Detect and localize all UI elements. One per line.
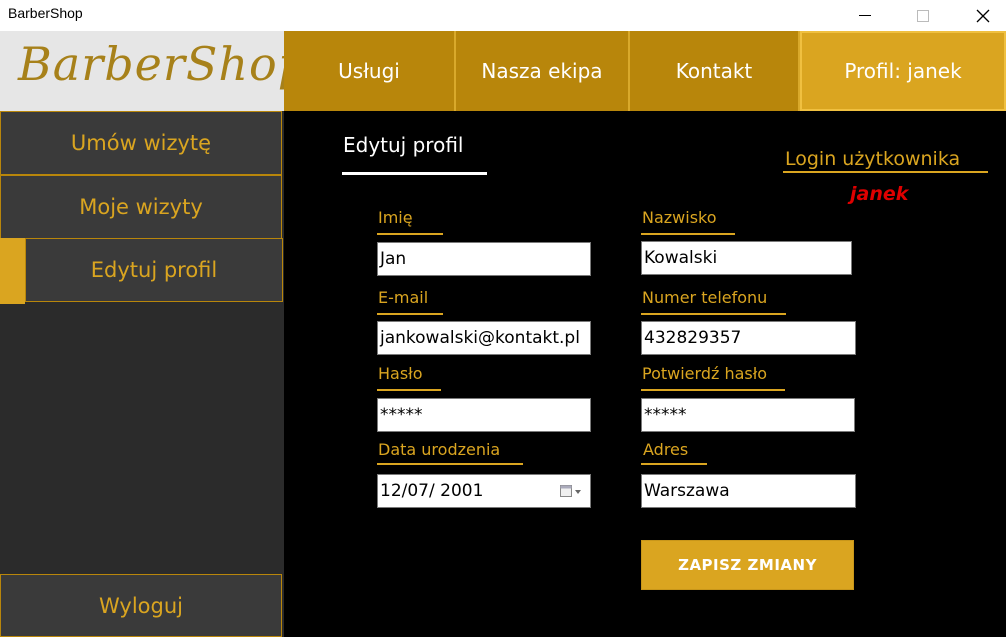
password-label: Hasło [378,364,423,383]
close-button[interactable] [960,0,1006,31]
phone-field[interactable]: 432829357 [641,321,856,355]
sidebar: Umów wizytę Moje wizyty Edytuj profil Wy… [0,111,284,637]
email-field[interactable]: jankowalski@kontakt.pl [377,321,591,355]
last-name-field[interactable]: Kowalski [641,241,852,275]
email-label-underline [377,313,443,315]
window-title: BarberShop [8,5,83,21]
login-label-underline [783,171,988,173]
first-name-field[interactable]: Jan [377,242,591,276]
minimize-icon [859,14,871,16]
maximize-button[interactable] [900,0,946,31]
page-title: Edytuj profil [343,133,464,157]
logout-button[interactable]: Wyloguj [0,574,282,637]
birth-date-label-underline [377,463,523,465]
nav-profile[interactable]: Profil: janek [800,31,1006,111]
address-field[interactable]: Warszawa [641,474,856,508]
nav-uslugi[interactable]: Usługi [284,31,456,111]
address-label-underline [641,463,707,465]
page-title-underline [342,172,487,175]
password-label-underline [377,389,441,391]
phone-label: Numer telefonu [642,288,768,307]
address-label: Adres [643,440,689,459]
active-indicator [0,238,25,304]
nav-kontakt[interactable]: Kontakt [630,31,800,111]
maximize-icon [917,9,929,22]
window-titlebar: BarberShop [0,0,1006,31]
sidebar-item-edytuj-profil[interactable]: Edytuj profil [25,238,283,302]
logo: BarberShop [0,31,307,111]
logo-text: BarberShop [18,37,309,91]
nav-nasza-ekipa[interactable]: Nasza ekipa [456,31,630,111]
phone-label-underline [641,313,786,315]
login-value: janek [850,183,909,205]
confirm-password-label: Potwierdź hasło [642,364,768,383]
email-label: E-mail [378,288,429,307]
sidebar-item-umow-wizyte[interactable]: Umów wizytę [0,111,282,175]
birth-date-picker[interactable]: 12/07/ 2001 [377,474,591,508]
last-name-label: Nazwisko [642,208,717,227]
last-name-label-underline [641,233,735,235]
close-icon [976,9,990,22]
first-name-label-underline [377,233,443,235]
login-label: Login użytkownika [785,148,961,170]
birth-date-value: 12/07/ 2001 [380,481,484,501]
sidebar-item-moje-wizyty[interactable]: Moje wizyty [0,175,282,239]
minimize-button[interactable] [842,0,888,31]
save-changes-button[interactable]: ZAPISZ ZMIANY [641,540,854,590]
confirm-password-label-underline [641,389,785,391]
birth-date-label: Data urodzenia [378,440,501,459]
first-name-label: Imię [378,208,413,227]
password-field[interactable]: ***** [377,398,591,432]
confirm-password-field[interactable]: ***** [641,398,855,432]
calendar-icon[interactable] [560,484,582,498]
